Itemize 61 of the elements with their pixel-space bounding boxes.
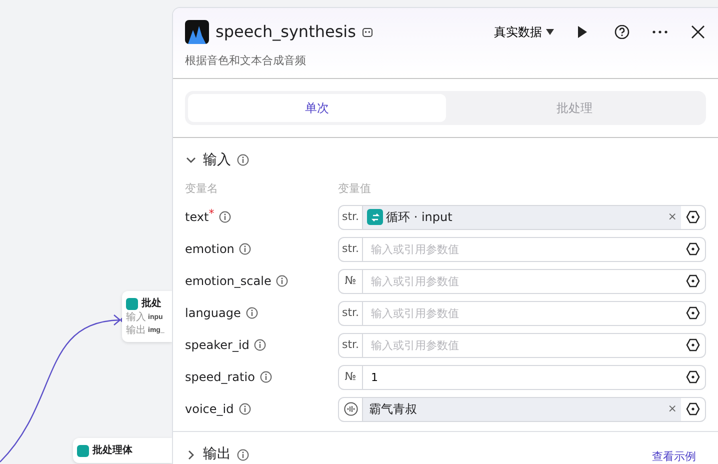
node-port-label: 输出 <box>126 324 146 337</box>
variable-name: text* <box>185 208 214 226</box>
type-label: str. <box>339 302 363 324</box>
input-field[interactable]: str. 输入或引用参数值 <box>338 332 706 358</box>
info-icon <box>276 275 288 287</box>
node-title: 批处理体 <box>92 444 132 458</box>
info-icon <box>219 211 232 223</box>
column-header: 变量名 <box>185 180 219 196</box>
node-title: 批处 <box>141 296 162 311</box>
variable-name: emotion_scale <box>185 273 272 290</box>
input-field[interactable]: str. 循环 · input × <box>338 204 706 230</box>
info-icon <box>260 371 272 383</box>
help-button[interactable] <box>614 25 630 39</box>
voice-chip[interactable]: 霸气青叔 × <box>363 398 681 420</box>
value-input[interactable]: 输入或引用参数值 <box>363 334 681 356</box>
caret-icon <box>546 29 554 35</box>
column-header: 变量值 <box>338 180 371 196</box>
close-button[interactable] <box>690 25 706 39</box>
value-input[interactable]: 输入或引用参数值 <box>363 302 681 324</box>
variable-name: speed_ratio <box>185 369 255 386</box>
node-card[interactable]: 批处理体 <box>73 438 172 463</box>
variable-name: emotion <box>185 241 234 258</box>
section-title: 输出 <box>203 445 231 464</box>
value-input[interactable]: 输入或引用参数值 <box>363 238 681 260</box>
value-input[interactable]: 输入或引用参数值 <box>363 270 681 292</box>
variable-name: speaker_id <box>185 337 250 354</box>
input-field[interactable]: 霸气青叔 × <box>338 396 706 422</box>
info-icon <box>254 339 266 351</box>
input-field[interactable]: № 输入或引用参数值 <box>338 268 706 294</box>
type-label: str. <box>339 238 363 260</box>
info-icon <box>237 448 249 460</box>
clear-button[interactable]: × <box>668 208 677 226</box>
panel-title: speech_synthesis <box>216 21 356 43</box>
close-icon <box>690 25 706 39</box>
loop-icon <box>367 209 383 225</box>
node-icon <box>126 298 138 310</box>
example-link[interactable]: 查看示例 <box>652 448 696 464</box>
type-label: str. <box>339 334 363 356</box>
app-logo <box>185 20 209 44</box>
reference-chip[interactable]: 循环 · input × <box>363 206 681 228</box>
variable-name: voice_id <box>185 401 234 418</box>
info-icon <box>239 243 252 255</box>
node-icon <box>77 444 89 456</box>
clear-button[interactable]: × <box>668 400 677 418</box>
tab[interactable]: 单次 <box>188 94 446 122</box>
value-input[interactable]: 1 <box>363 366 681 388</box>
help-icon <box>614 25 630 39</box>
panel-subtitle: 根据音色和文本合成音频 <box>185 53 307 69</box>
variable-name: language <box>185 305 241 322</box>
section-title: 输入 <box>203 150 231 170</box>
mask-icon <box>362 26 374 38</box>
data-mode-dropdown[interactable]: 真实数据 <box>494 23 554 41</box>
type-label: № <box>339 270 363 292</box>
input-field[interactable]: № 1 <box>338 364 706 390</box>
info-icon <box>246 307 258 319</box>
type-label: № <box>339 366 363 388</box>
info-icon <box>237 154 249 166</box>
node-port-label: 输入 <box>126 311 146 324</box>
info-icon <box>238 403 251 415</box>
input-field[interactable]: str. 输入或引用参数值 <box>338 300 706 326</box>
input-field[interactable]: str. 输入或引用参数值 <box>338 236 706 262</box>
